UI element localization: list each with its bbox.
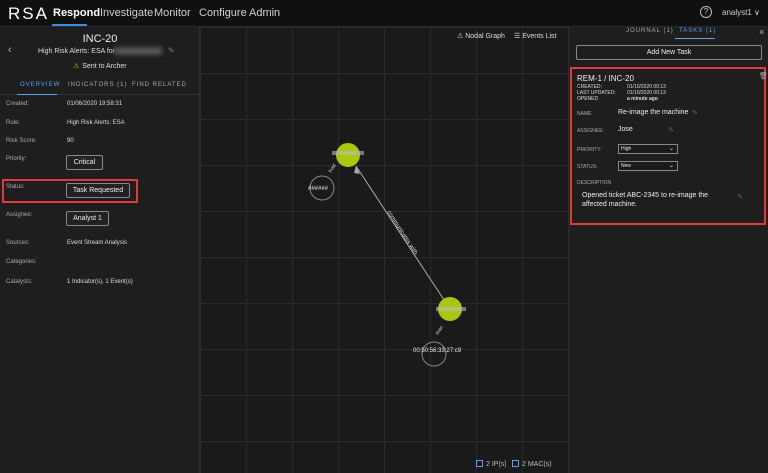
checkbox-icon bbox=[476, 460, 483, 467]
checkbox-icon bbox=[512, 460, 519, 467]
active-nav-underline bbox=[52, 24, 87, 26]
sources-value: Event Stream Analysis bbox=[67, 240, 128, 246]
edit-pencil-icon[interactable]: ✎ bbox=[668, 126, 674, 134]
task-priority-label: PRIORITY: bbox=[577, 147, 602, 153]
incident-overview-panel: INC-20 ‹ High Risk Alerts: ESA for ✎ ⚠ Se… bbox=[0, 27, 200, 473]
warning-icon: ⚠ bbox=[73, 63, 80, 70]
tab-find-related[interactable]: FIND RELATED bbox=[132, 82, 187, 88]
categories-label: Categories: bbox=[6, 259, 37, 265]
catalysts-value: 1 Indicator(s), 1 Event(s) bbox=[67, 279, 133, 285]
trash-icon[interactable]: 🗑 bbox=[759, 72, 768, 80]
rule-label: Rule: bbox=[6, 120, 21, 126]
help-icon[interactable]: ? bbox=[700, 6, 712, 18]
back-chevron-icon[interactable]: ‹ bbox=[8, 44, 12, 56]
legend-mac[interactable]: 2 MAC(s) bbox=[512, 460, 552, 468]
task-assignee-label: ASSIGNEE: bbox=[577, 128, 604, 134]
archer-status: ⚠ Sent to Archer bbox=[73, 62, 127, 70]
graph-canvas: communicates with ###### host 00:50:56:3… bbox=[308, 143, 466, 367]
node1-tag: host bbox=[328, 162, 339, 174]
chevron-down-icon: ⌄ bbox=[668, 163, 674, 169]
incident-subtitle: High Risk Alerts: ESA for bbox=[38, 48, 116, 55]
nav-investigate[interactable]: Investigate bbox=[100, 7, 153, 19]
created-value: 01/06/2020 19:58:31 bbox=[67, 101, 123, 107]
task-description-label: DESCRIPTION bbox=[577, 180, 612, 186]
journal-tasks-panel: JOURNAL (1) TASKS (1) × Add New Task REM… bbox=[568, 27, 768, 473]
chevron-down-icon: ⌄ bbox=[668, 146, 674, 152]
mac-node-outline[interactable] bbox=[421, 341, 447, 367]
catalysts-label: Catalysts: bbox=[6, 279, 33, 285]
top-nav: RSA Respond Investigate Monitor Configur… bbox=[0, 0, 768, 27]
nav-configure[interactable]: Configure bbox=[199, 7, 247, 19]
legend-ip-label: 2 IP(s) bbox=[486, 461, 507, 468]
risk-value: 90 bbox=[67, 138, 74, 144]
priority-button[interactable]: Critical bbox=[66, 155, 103, 170]
sources-label: Sources: bbox=[6, 240, 30, 246]
nav-admin[interactable]: Admin bbox=[249, 7, 280, 19]
tab-journal[interactable]: JOURNAL (1) bbox=[626, 28, 674, 34]
tab-indicators[interactable]: INDICATORS (1) bbox=[68, 82, 127, 88]
legend-ip[interactable]: 2 IP(s) bbox=[476, 460, 507, 468]
task-status-label: STATUS: bbox=[577, 164, 598, 170]
task-status-select[interactable]: New ⌄ bbox=[618, 161, 678, 171]
priority-selected: High bbox=[621, 146, 632, 152]
task-title: REM-1 / INC-20 bbox=[577, 74, 634, 83]
nav-respond[interactable]: Respond bbox=[53, 7, 100, 19]
active-tab-underline bbox=[17, 94, 57, 95]
task-opened-label: OPENED bbox=[577, 96, 599, 102]
edit-pencil-icon[interactable]: ✎ bbox=[168, 46, 175, 55]
rule-value: High Risk Alerts: ESA bbox=[67, 120, 125, 126]
node1-redacted bbox=[332, 151, 364, 155]
incident-id: INC-20 bbox=[82, 33, 118, 45]
task-name-value[interactable]: Re-image the machine bbox=[618, 109, 688, 116]
add-new-task-button[interactable]: Add New Task bbox=[576, 45, 762, 60]
close-icon[interactable]: × bbox=[759, 27, 764, 37]
edit-pencil-icon[interactable]: ✎ bbox=[737, 193, 743, 201]
redacted-host bbox=[114, 47, 162, 55]
edit-pencil-icon[interactable]: ✎ bbox=[692, 109, 698, 117]
status-button[interactable]: Task Requested bbox=[66, 183, 130, 198]
created-label: Created: bbox=[6, 101, 30, 107]
node2-label: 00:50:56:33:27:c9 bbox=[413, 348, 462, 354]
assignee-button[interactable]: Analyst 1 bbox=[66, 211, 109, 226]
task-priority-select[interactable]: High ⌄ bbox=[618, 144, 678, 154]
node2-redacted bbox=[436, 307, 466, 311]
legend-mac-label: 2 MAC(s) bbox=[522, 461, 552, 468]
status-label: Status: bbox=[6, 184, 25, 190]
archer-label: Sent to Archer bbox=[82, 63, 127, 70]
node1-label: ###### bbox=[308, 186, 329, 192]
status-selected: New bbox=[621, 163, 632, 169]
task-assignee-value[interactable]: Jose bbox=[618, 126, 633, 133]
priority-label: Priority: bbox=[6, 156, 27, 162]
active-tab-underline bbox=[675, 38, 715, 39]
incident-tabs: OVERVIEW INDICATORS (1) FIND RELATED bbox=[0, 81, 200, 95]
tab-overview[interactable]: OVERVIEW bbox=[20, 82, 60, 88]
edge-label: communicates with bbox=[385, 210, 418, 256]
task-card: REM-1 / INC-20 🗑 CREATED: 01/10/2020 00:… bbox=[570, 67, 768, 225]
node2-tag: mac bbox=[435, 324, 445, 336]
task-opened-value: a minute ago bbox=[627, 96, 658, 102]
assignee-label: Assignee: bbox=[6, 212, 33, 218]
rsa-logo: RSA bbox=[8, 4, 49, 23]
user-menu[interactable]: analyst1 ∨ bbox=[722, 8, 760, 17]
nodal-graph-area[interactable]: ⚠ Nodal Graph ☰ Events List communicates… bbox=[200, 27, 568, 473]
risk-label: Risk Score: bbox=[6, 138, 37, 144]
task-name-label: NAME bbox=[577, 111, 592, 117]
nav-monitor[interactable]: Monitor bbox=[154, 7, 191, 19]
tab-tasks[interactable]: TASKS (1) bbox=[679, 28, 716, 34]
task-description[interactable]: Opened ticket ABC-2345 to re-image the a… bbox=[582, 191, 732, 209]
